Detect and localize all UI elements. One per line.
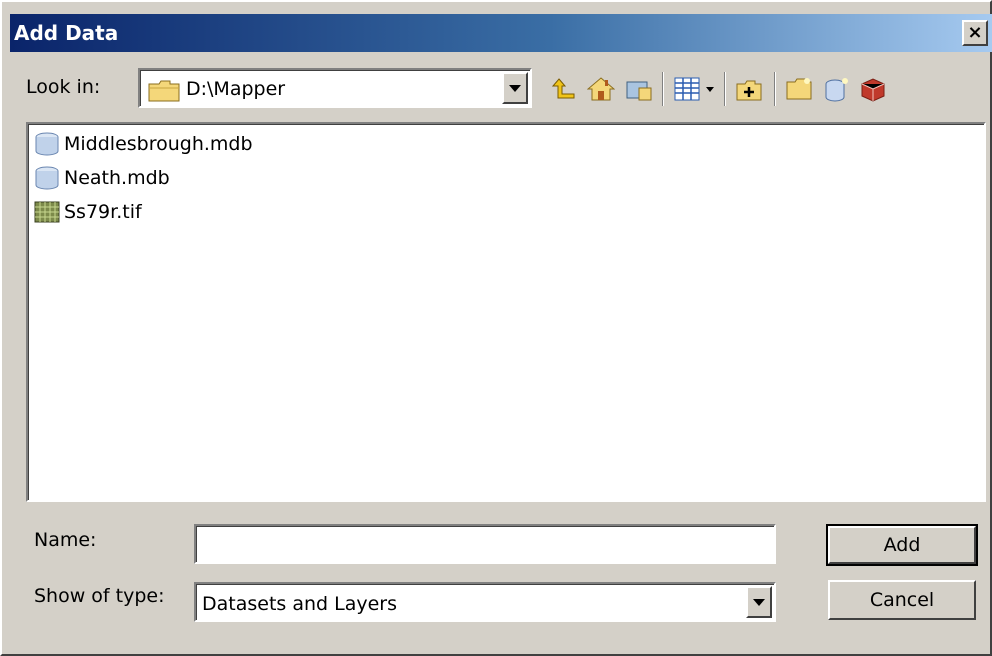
toolbar-separator [662,72,664,106]
catalog-tools-button[interactable] [858,74,888,104]
look-in-dropdown-button[interactable] [502,72,528,104]
list-item[interactable]: Neath.mdb [34,164,170,192]
details-view-icon [674,77,700,101]
chevron-down-icon [509,84,521,92]
folder-options-button[interactable] [784,74,814,104]
look-in-combo[interactable]: D:\Mapper [138,68,532,108]
connect-to-folder-button[interactable] [624,74,654,104]
home-button[interactable] [586,74,616,104]
name-label: Name: [34,529,97,551]
new-folder-icon [736,80,762,101]
view-dropdown-button[interactable] [702,74,718,104]
file-name: Ss79r.tif [64,201,142,223]
close-button[interactable]: × [962,20,988,46]
new-database-icon [825,78,848,102]
up-one-level-icon [552,78,575,99]
add-button[interactable]: Add [826,524,978,566]
toolbar [546,68,982,108]
look-in-value: D:\Mapper [186,78,286,100]
up-one-level-button[interactable] [550,74,580,104]
chevron-down-icon [706,86,714,92]
look-in-label: Look in: [26,76,101,98]
raster-icon [34,201,60,223]
name-input[interactable] [194,524,776,564]
show-of-type-label: Show of type: [34,585,165,607]
show-of-type-value: Datasets and Layers [202,593,398,615]
title-bar[interactable]: Add Data × [10,14,992,52]
add-data-dialog: Add Data × Look in: D:\Mapper Middlesbro… [0,0,992,656]
new-database-button[interactable] [822,74,852,104]
cancel-button[interactable]: Cancel [828,580,976,620]
list-item[interactable]: Middlesbrough.mdb [34,130,253,158]
new-folder-button[interactable] [734,74,764,104]
connect-to-folder-icon [626,81,652,101]
catalog-tools-icon [861,78,885,102]
show-of-type-select[interactable]: Datasets and Layers [194,582,776,622]
dialog-title: Add Data [14,21,119,45]
folder-options-icon [786,78,812,100]
folder-icon [148,80,180,102]
chevron-down-icon [753,598,765,606]
details-view-button[interactable] [672,74,702,104]
close-icon: × [967,22,983,43]
file-name: Middlesbrough.mdb [64,133,253,155]
database-icon [35,132,59,156]
home-icon [587,77,615,101]
list-item[interactable]: Ss79r.tif [34,198,142,226]
database-icon [35,166,59,190]
file-name: Neath.mdb [64,167,170,189]
toolbar-separator [724,72,726,106]
show-of-type-dropdown-button[interactable] [746,586,772,618]
file-list[interactable]: Middlesbrough.mdb Neath.mdb Ss79r.tif [26,122,986,502]
toolbar-separator [774,72,776,106]
